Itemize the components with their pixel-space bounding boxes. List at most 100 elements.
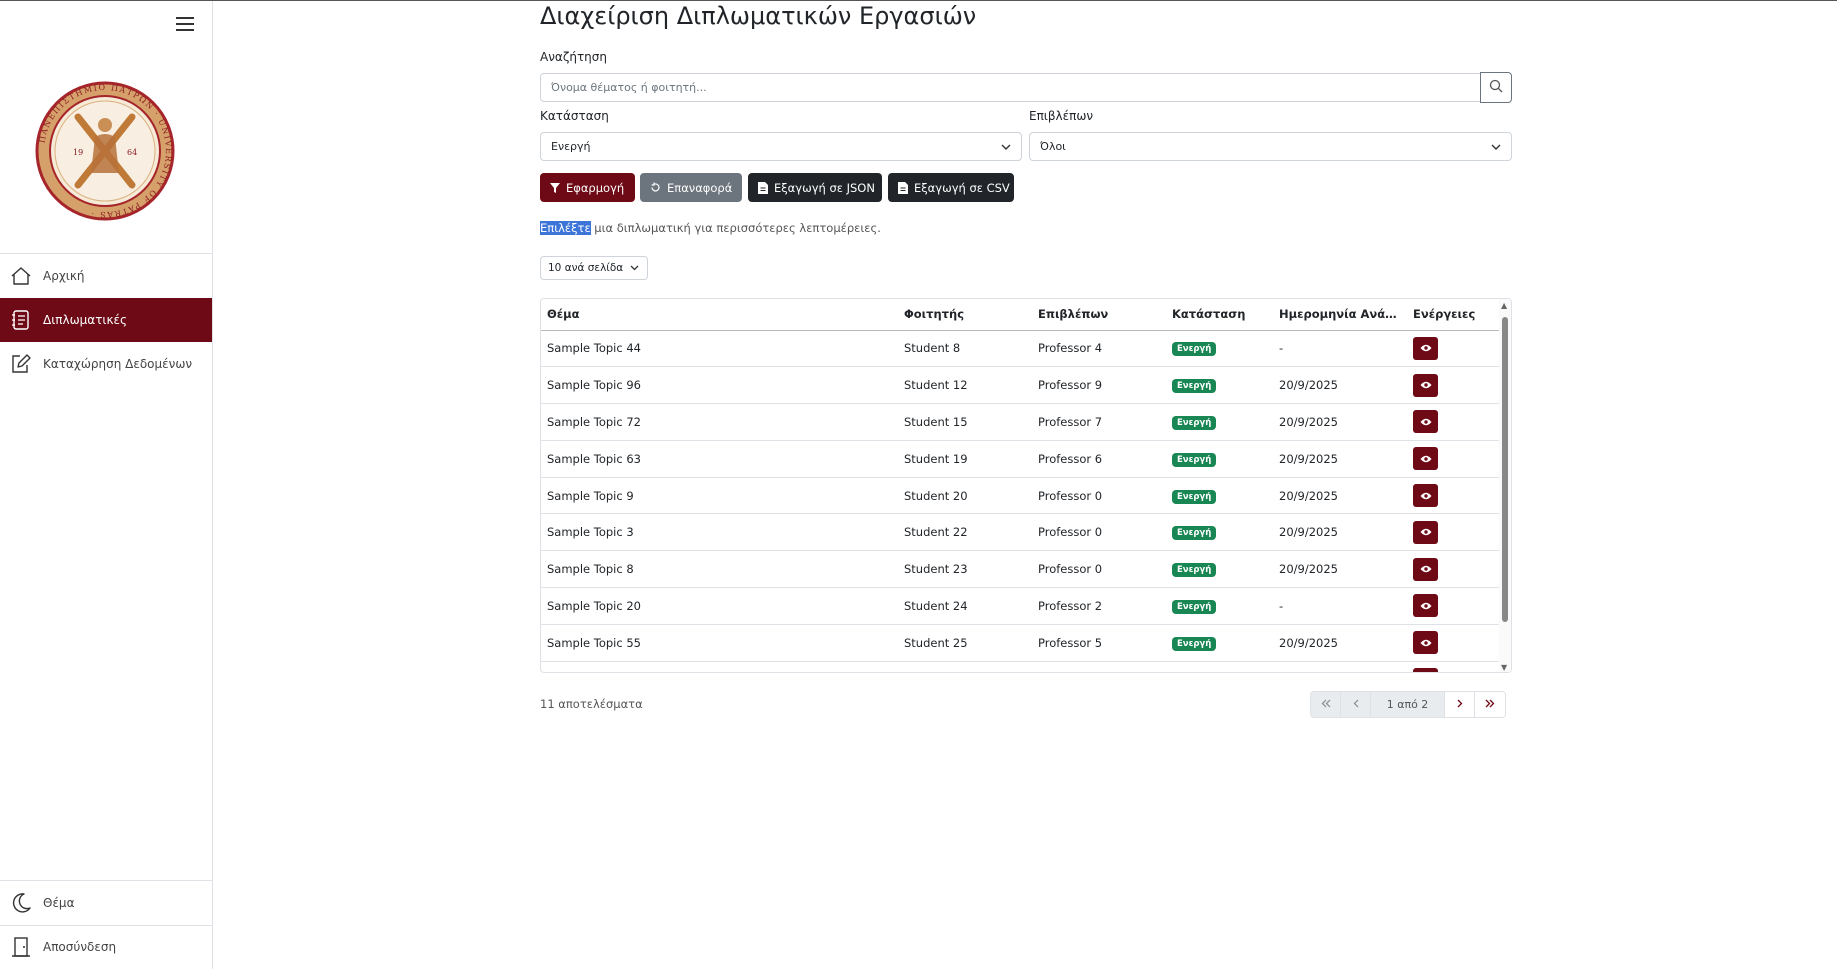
column-header-topic[interactable]: Θέμα (541, 299, 898, 330)
sidebar-item-logout[interactable]: Αποσύνδεση (0, 925, 212, 969)
table-header-row: Θέμα Φοιτητής Επιβλέπων Κατάσταση Ημερομ… (541, 299, 1499, 330)
cell-status: Ενεργή (1166, 440, 1273, 477)
cell-student: Student 19 (898, 440, 1032, 477)
first-page-button[interactable] (1311, 692, 1341, 717)
view-button[interactable] (1413, 631, 1438, 654)
cell-status: Ενεργή (1166, 624, 1273, 661)
search-input[interactable] (541, 74, 1480, 101)
chevron-down-icon (1491, 140, 1501, 153)
table-row[interactable]: Sample Topic 44Student 8Professor 4Ενεργ… (541, 330, 1499, 367)
view-button[interactable] (1413, 558, 1438, 581)
scrollbar-thumb[interactable] (1502, 317, 1508, 622)
prev-page-button[interactable] (1341, 692, 1371, 717)
scroll-up-arrow[interactable]: ▲ (1501, 301, 1507, 310)
cell-date: - (1273, 588, 1407, 625)
view-button[interactable] (1413, 521, 1438, 544)
page-info: 1 από 2 (1371, 692, 1445, 717)
scroll-down-arrow[interactable]: ▼ (1501, 663, 1507, 672)
table-row[interactable]: Sample Topic 63Student 19Professor 6Ενερ… (541, 440, 1499, 477)
search-button[interactable] (1480, 72, 1512, 103)
eye-icon (1420, 378, 1432, 392)
cell-actions (1407, 330, 1499, 367)
column-header-supervisor[interactable]: Επιβλέπων (1032, 299, 1166, 330)
eye-icon (1420, 599, 1432, 613)
export-csv-button[interactable]: Εξαγωγή σε CSV (888, 173, 1014, 202)
cell-topic: Sample Topic 3 (541, 514, 898, 551)
file-json-icon (758, 182, 768, 194)
cell-student: Student 22 (898, 514, 1032, 551)
table-row[interactable]: Sample Topic 55Student 25Professor 5Ενερ… (541, 624, 1499, 661)
door-icon (10, 936, 32, 958)
cell-topic: Sample Topic 72 (541, 404, 898, 441)
cell-status: Ενεργή (1166, 330, 1273, 367)
cell-topic: Sample Topic 55 (541, 624, 898, 661)
cell-student: Student 23 (898, 551, 1032, 588)
table-row[interactable] (541, 661, 1499, 673)
apply-button[interactable]: Εφαρμογή (540, 173, 635, 202)
cell-supervisor: Professor 0 (1032, 551, 1166, 588)
sidebar-item-theme[interactable]: Θέμα (0, 881, 212, 925)
table-row[interactable]: Sample Topic 72Student 15Professor 7Ενερ… (541, 404, 1499, 441)
status-filter-value: Ενεργή (551, 140, 591, 153)
cell-topic: Sample Topic 20 (541, 588, 898, 625)
table-row[interactable]: Sample Topic 8Student 23Professor 0Ενεργ… (541, 551, 1499, 588)
table-row[interactable]: Sample Topic 3Student 22Professor 0Ενεργ… (541, 514, 1499, 551)
cell-date: 20/9/2025 (1273, 551, 1407, 588)
cell-supervisor: Professor 2 (1032, 588, 1166, 625)
cell-actions (1407, 588, 1499, 625)
cell-status: Ενεργή (1166, 588, 1273, 625)
status-filter-select[interactable]: Ενεργή (540, 132, 1022, 161)
table-scrollbar[interactable]: ▲ ▼ (1499, 299, 1511, 673)
cell-date: 20/9/2025 (1273, 440, 1407, 477)
view-button[interactable] (1413, 374, 1438, 397)
cell-topic (541, 661, 898, 673)
reset-button-label: Επαναφορά (667, 181, 732, 195)
double-chevron-right-icon (1485, 698, 1495, 711)
theses-table: Θέμα Φοιτητής Επιβλέπων Κατάσταση Ημερομ… (541, 299, 1499, 673)
cell-student: Student 20 (898, 477, 1032, 514)
table-row[interactable]: Sample Topic 9Student 20Professor 0Ενεργ… (541, 477, 1499, 514)
view-button[interactable] (1413, 337, 1438, 360)
cell-date: 20/9/2025 (1273, 404, 1407, 441)
cell-actions (1407, 514, 1499, 551)
cell-topic: Sample Topic 63 (541, 440, 898, 477)
cell-actions (1407, 477, 1499, 514)
cell-topic: Sample Topic 9 (541, 477, 898, 514)
cell-supervisor: Professor 6 (1032, 440, 1166, 477)
export-json-button[interactable]: Εξαγωγή σε JSON (748, 173, 882, 202)
next-page-button[interactable] (1445, 692, 1475, 717)
view-button[interactable] (1413, 447, 1438, 470)
view-button[interactable] (1413, 594, 1438, 617)
sidebar-item-label: Αποσύνδεση (43, 940, 116, 954)
chevron-down-icon (630, 262, 639, 274)
column-header-date[interactable]: Ημερομηνία Ανάθεσης (1273, 299, 1407, 330)
cell-status: Ενεργή (1166, 477, 1273, 514)
svg-text:64: 64 (127, 148, 137, 157)
view-button[interactable] (1413, 668, 1438, 673)
eye-icon (1420, 525, 1432, 539)
menu-toggle-icon[interactable] (176, 17, 194, 33)
column-header-student[interactable]: Φοιτητής (898, 299, 1032, 330)
cell-supervisor: Professor 4 (1032, 330, 1166, 367)
supervisor-filter-value: Όλοι (1040, 140, 1066, 153)
table-row[interactable]: Sample Topic 20Student 24Professor 2Ενερ… (541, 588, 1499, 625)
table-row[interactable]: Sample Topic 96Student 12Professor 9Ενερ… (541, 367, 1499, 404)
sidebar-item-data-entry[interactable]: Καταχώρηση Δεδομένων (0, 342, 212, 386)
sidebar-item-label: Αρχική (43, 269, 85, 283)
supervisor-filter-select[interactable]: Όλοι (1029, 132, 1512, 161)
cell-student (898, 661, 1032, 673)
reset-button[interactable]: Επαναφορά (640, 173, 742, 202)
sidebar-item-home[interactable]: Αρχική (0, 254, 212, 298)
status-badge: Ενεργή (1172, 600, 1216, 614)
cell-status (1166, 661, 1273, 673)
sidebar-item-label: Καταχώρηση Δεδομένων (43, 357, 192, 371)
view-button[interactable] (1413, 410, 1438, 433)
column-header-status[interactable]: Κατάσταση (1166, 299, 1273, 330)
view-button[interactable] (1413, 484, 1438, 507)
journal-icon (10, 309, 32, 331)
cell-status: Ενεργή (1166, 404, 1273, 441)
sidebar-item-theses[interactable]: Διπλωματικές (0, 298, 212, 342)
file-csv-icon (898, 182, 908, 194)
last-page-button[interactable] (1475, 692, 1505, 717)
per-page-select[interactable]: 10 ανά σελίδα (540, 256, 648, 280)
